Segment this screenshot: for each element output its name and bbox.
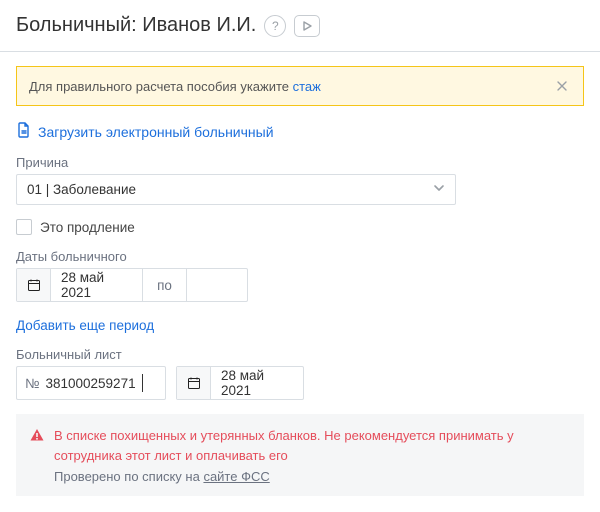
sheet-date-input[interactable]: 28 май 2021 bbox=[211, 367, 303, 399]
warning-banner: Для правильного расчета пособия укажите … bbox=[16, 66, 584, 106]
help-icon[interactable]: ? bbox=[264, 15, 286, 37]
dates-label: Даты больничного bbox=[16, 249, 584, 264]
reason-label: Причина bbox=[16, 155, 584, 170]
warning-text: Для правильного расчета пособия укажите … bbox=[29, 79, 321, 94]
extension-checkbox-row[interactable]: Это продление bbox=[16, 219, 584, 235]
add-period-link[interactable]: Добавить еще период bbox=[16, 318, 154, 333]
date-separator: по bbox=[143, 269, 187, 301]
warning-text-before: Для правильного расчета пособия укажите bbox=[29, 79, 293, 94]
sheet-number-prefix: № bbox=[25, 376, 39, 391]
sheet-field: Больничный лист № 381000259271 28 май 20… bbox=[16, 347, 584, 400]
extension-label: Это продление bbox=[40, 220, 135, 235]
warning-link[interactable]: стаж bbox=[293, 79, 321, 94]
video-help-icon[interactable] bbox=[294, 15, 320, 37]
page-title: Больничный: Иванов И.И. bbox=[16, 14, 256, 37]
reason-select[interactable]: 01 | Заболевание bbox=[16, 174, 456, 205]
alert-sub-link[interactable]: сайте ФСС bbox=[203, 469, 269, 484]
sheet-label: Больничный лист bbox=[16, 347, 584, 362]
page-header: Больничный: Иванов И.И. ? bbox=[16, 14, 584, 37]
upload-link-row[interactable]: Загрузить электронный больничный bbox=[16, 122, 584, 141]
calendar-icon[interactable] bbox=[17, 269, 51, 301]
upload-link[interactable]: Загрузить электронный больничный bbox=[38, 124, 274, 140]
extension-checkbox[interactable] bbox=[16, 219, 32, 235]
date-start-input[interactable]: 28 май 2021 bbox=[51, 269, 143, 301]
sheet-number-value: 381000259271 bbox=[45, 376, 135, 391]
reason-value: 01 | Заболевание bbox=[27, 182, 136, 197]
alert-box: В списке похищенных и утерянных бланков.… bbox=[16, 414, 584, 496]
document-icon bbox=[16, 122, 32, 141]
calendar-icon[interactable] bbox=[177, 367, 211, 399]
alert-message: В списке похищенных и утерянных бланков.… bbox=[54, 426, 570, 465]
sheet-number-input[interactable]: № 381000259271 bbox=[16, 366, 166, 400]
alert-subtext: Проверено по списку на сайте ФСС bbox=[54, 469, 570, 484]
text-caret bbox=[142, 374, 143, 392]
dates-input-group: 28 май 2021 по bbox=[16, 268, 248, 302]
dates-field: Даты больничного 28 май 2021 по bbox=[16, 249, 584, 302]
date-end-input[interactable] bbox=[187, 269, 247, 301]
sheet-date-input-group: 28 май 2021 bbox=[176, 366, 304, 400]
close-icon[interactable] bbox=[553, 77, 571, 95]
alert-content: В списке похищенных и утерянных бланков.… bbox=[54, 426, 570, 484]
alert-sub-before: Проверено по списку на bbox=[54, 469, 203, 484]
reason-field: Причина 01 | Заболевание bbox=[16, 155, 584, 205]
chevron-down-icon bbox=[433, 182, 445, 197]
warning-triangle-icon bbox=[30, 428, 44, 484]
divider bbox=[0, 51, 600, 52]
